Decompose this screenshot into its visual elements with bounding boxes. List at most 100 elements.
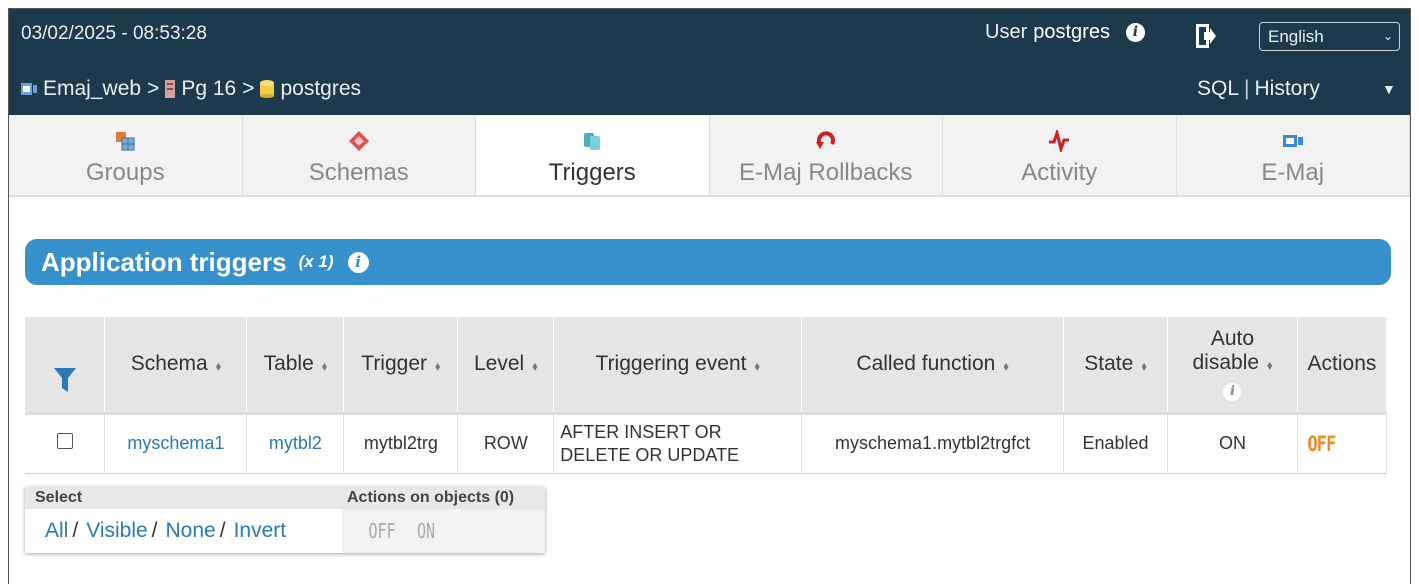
row-checkbox[interactable] (56, 433, 73, 449)
user-name: postgres (1033, 21, 1110, 43)
select-visible-link[interactable]: Visible (86, 519, 147, 543)
rollback-icon (815, 129, 837, 153)
select-links: All / Visible / None / Invert (25, 509, 342, 553)
tab-label: Activity (1021, 159, 1098, 186)
column-header-state[interactable]: State ⬧ (1063, 317, 1168, 413)
select-invert-link[interactable]: Invert (234, 519, 287, 543)
sort-icon: ⬧ (1003, 359, 1009, 374)
sort-icon: ⬧ (321, 359, 328, 374)
column-header-level[interactable]: Level ⬧ (457, 317, 555, 413)
select-none-link[interactable]: None (166, 519, 216, 543)
section-title: Application triggers (41, 246, 287, 277)
language-value: English (1268, 27, 1324, 46)
column-header-event[interactable]: Triggering event ⬧ (553, 317, 803, 413)
user-label: User (985, 21, 1028, 43)
database-icon (260, 80, 275, 98)
breadcrumb-item-database[interactable]: postgres (260, 77, 361, 101)
schemas-icon (348, 129, 370, 153)
sort-icon: ⬧ (1267, 358, 1273, 373)
caret-down-icon[interactable]: ▼ (1382, 81, 1396, 97)
tab-label: Triggers (548, 159, 636, 186)
event-line: AFTER INSERT OR (560, 421, 722, 442)
logout-icon[interactable] (1195, 23, 1217, 49)
breadcrumb: Emaj_web > Pg 16 > postgres (21, 77, 361, 101)
section-count: (x 1) (298, 252, 334, 271)
cell-schema: myschema1 (104, 413, 248, 473)
main-tabs: Groups Schemas Triggers E-Maj Rollbacks … (9, 115, 1410, 197)
breadcrumb-separator: > (147, 77, 160, 100)
triggers-table: Schema ⬧ Table ⬧ Trigger ⬧ Level ⬧ Triggerin… (25, 317, 1388, 474)
sort-icon: ⬧ (1141, 359, 1147, 374)
separator: / (72, 519, 79, 542)
row-select-cell (25, 413, 106, 473)
breadcrumb-separator: > (242, 77, 255, 100)
triggers-icon (581, 129, 603, 153)
sort-icon: ⬧ (435, 359, 441, 374)
breadcrumb-label: Pg 16 (181, 77, 237, 100)
tab-label: E-Maj (1261, 159, 1325, 186)
info-icon[interactable]: i (347, 251, 369, 273)
select-all-link[interactable]: All (45, 519, 68, 543)
column-label: State (1084, 352, 1134, 376)
bulk-on-button[interactable]: ON (417, 519, 435, 543)
column-header-trigger[interactable]: Trigger ⬧ (343, 317, 459, 413)
separator: / (219, 519, 226, 542)
selection-panel-header: Select Actions on objects (0) (25, 487, 545, 509)
tab-rollbacks[interactable]: E-Maj Rollbacks (710, 115, 943, 195)
cell-auto-disable: ON (1167, 413, 1298, 473)
column-header-actions: Actions (1297, 317, 1388, 413)
bulk-off-button[interactable]: OFF (369, 519, 396, 543)
table-row: myschema1 mytbl2 mytbl2trg ROW AFTER INS… (25, 413, 1388, 473)
selection-panel: Select Actions on objects (0) All / Visib… (25, 487, 545, 553)
emaj-icon (21, 83, 37, 95)
sql-link[interactable]: SQL (1197, 77, 1239, 100)
tab-emaj[interactable]: E-Maj (1177, 115, 1410, 195)
filter-icon[interactable] (53, 367, 76, 392)
column-header-table[interactable]: Table ⬧ (246, 317, 345, 413)
column-label: Trigger (361, 352, 428, 376)
cell-trigger: mytbl2trg (343, 413, 459, 473)
current-datetime: 03/02/2025 - 08:53:28 (21, 23, 207, 44)
tab-schemas[interactable]: Schemas (243, 115, 476, 195)
emaj-icon (1282, 129, 1304, 153)
tab-activity[interactable]: Activity (943, 115, 1177, 195)
language-select[interactable]: English ⌄ (1259, 22, 1400, 51)
sort-icon: ⬧ (754, 359, 760, 374)
cell-state: Enabled (1063, 413, 1168, 473)
history-link[interactable]: History (1255, 77, 1320, 100)
filter-header[interactable] (25, 317, 106, 413)
sort-icon: ⬧ (532, 359, 538, 374)
event-line: DELETE OR UPDATE (560, 444, 739, 465)
sort-icon: ⬧ (215, 359, 222, 374)
user-area: User postgres i (985, 21, 1145, 44)
bulk-actions: OFF ON (342, 509, 545, 553)
column-label: Schema (130, 352, 208, 376)
breadcrumb-label: Emaj_web (43, 77, 142, 100)
column-header-auto-disable[interactable]: Auto disable ⬧ i (1167, 317, 1298, 413)
breadcrumb-item-emaj-web[interactable]: Emaj_web (21, 77, 141, 101)
column-label: Actions (1307, 352, 1377, 376)
column-label: Called function (856, 352, 996, 376)
chevron-down-icon: ⌄ (1382, 29, 1393, 43)
table-link[interactable]: mytbl2 (269, 433, 322, 453)
schema-link[interactable]: myschema1 (127, 433, 224, 453)
selection-panel-body: All / Visible / None / Invert OFF ON (25, 509, 545, 553)
tab-groups[interactable]: Groups (9, 115, 243, 195)
activity-icon (1048, 129, 1070, 153)
tab-triggers[interactable]: Triggers (476, 115, 710, 195)
cell-function: myschema1.mytbl2trgfct (801, 413, 1065, 473)
tab-label: Groups (85, 159, 165, 186)
section-header: Application triggers (x 1) i (25, 239, 1391, 285)
column-label: Level (474, 352, 525, 376)
tab-label: E-Maj Rollbacks (739, 159, 913, 186)
info-icon[interactable]: i (1125, 23, 1145, 42)
switch-off-button[interactable]: OFF (1307, 432, 1336, 456)
column-header-schema[interactable]: Schema ⬧ (104, 317, 248, 413)
top-bar: 03/02/2025 - 08:53:28 User postgres i En… (9, 9, 1410, 115)
info-icon[interactable]: i (1223, 383, 1242, 402)
sql-history-links: SQL | History (1197, 77, 1320, 101)
column-header-function[interactable]: Called function ⬧ (801, 317, 1065, 413)
column-label: disable (1192, 351, 1260, 375)
breadcrumb-item-server[interactable]: Pg 16 (165, 77, 236, 101)
cell-level: ROW (457, 413, 555, 473)
